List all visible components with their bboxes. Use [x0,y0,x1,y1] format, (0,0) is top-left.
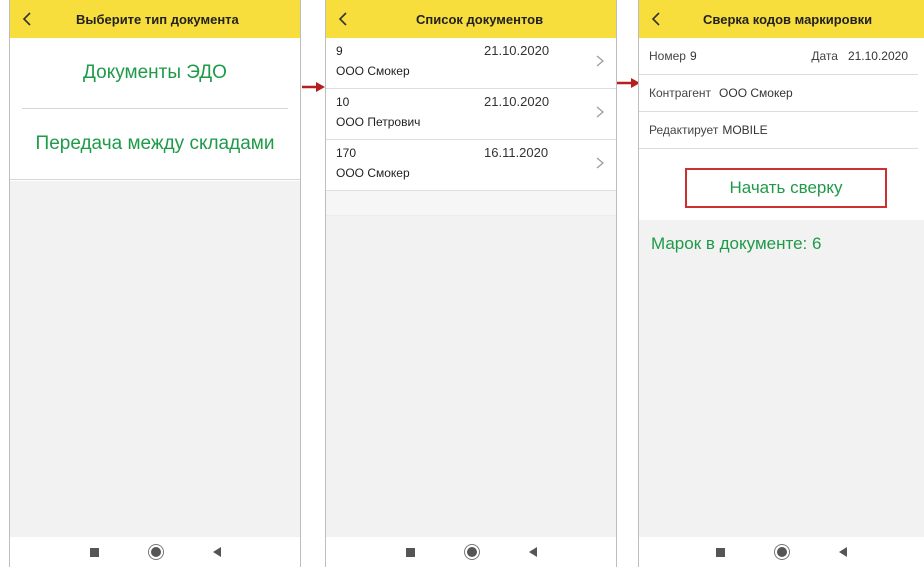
app-header: Сверка кодов маркировки [639,0,924,38]
document-counterparty: ООО Смокер [336,64,410,78]
content-area: Номер 9 Дата 21.10.2020 Контрагент ООО С… [639,38,924,537]
number-date-row: Номер 9 Дата 21.10.2020 [639,38,918,75]
android-nav-bar [326,537,616,567]
nav-home-icon[interactable] [777,547,787,557]
document-form: Номер 9 Дата 21.10.2020 Контрагент ООО С… [639,38,924,220]
back-chevron-icon [338,12,347,26]
android-nav-bar [10,537,300,567]
nav-back-icon[interactable] [528,547,537,557]
document-counterparty: ООО Петрович [336,115,421,129]
nav-square-icon[interactable] [405,547,415,557]
app-header: Список документов [326,0,616,38]
number-label: Номер [649,49,686,63]
counterparty-label: Контрагент [649,86,712,100]
row-chevron-icon [596,55,604,67]
content-area: 9 ООО Смокер 21.10.2020 10 ООО Петрович … [326,38,616,537]
date-value: 21.10.2020 [847,49,908,63]
document-number: 9 [336,44,343,58]
screen-mark-verification: Сверка кодов маркировки Номер 9 Дата 21.… [638,0,924,567]
date-label: Дата [811,49,838,63]
document-list: 9 ООО Смокер 21.10.2020 10 ООО Петрович … [326,38,616,191]
menu-item-edo[interactable]: Документы ЭДО [10,38,300,108]
page-title: Сверка кодов маркировки [703,11,873,27]
document-date: 21.10.2020 [484,43,550,58]
row-chevron-icon [596,106,604,118]
faded-background-row [326,191,616,216]
document-counterparty: ООО Смокер [336,166,410,180]
counterparty-row: Контрагент ООО Смокер [639,75,918,112]
back-button[interactable] [326,0,360,38]
nav-back-icon[interactable] [839,547,847,557]
app-header: Выберите тип документа [10,0,300,38]
nav-back-icon[interactable] [212,547,221,557]
screen-document-type: Выберите тип документа Документы ЭДО Пер… [9,0,301,567]
editor-label: Редактирует [649,123,719,137]
number-value: 9 [689,49,697,63]
page-title: Выберите тип документа [76,11,239,27]
android-nav-bar [639,537,924,567]
back-button[interactable] [10,0,44,38]
document-number: 10 [336,95,350,109]
document-date: 16.11.2020 [484,145,549,160]
back-chevron-icon [651,12,660,26]
page-title: Список документов [416,11,544,27]
nav-home-icon[interactable] [150,547,161,557]
counterparty-value: ООО Смокер [719,86,793,100]
document-type-menu: Документы ЭДО Передача между складами [10,38,300,181]
document-number: 170 [336,146,357,160]
transition-arrow-icon [302,82,325,92]
back-button[interactable] [639,0,673,38]
back-chevron-icon [22,12,31,26]
document-date: 21.10.2020 [484,94,550,109]
screen-document-list: Список документов 9 ООО Смокер 21.10.202… [325,0,617,567]
nav-square-icon[interactable] [89,547,99,557]
start-verification-button[interactable]: Начать сверку [685,168,887,208]
row-chevron-icon [596,157,604,169]
menu-item-warehouse-transfer[interactable]: Передача между складами [10,109,300,179]
editor-value: MOBILE [722,123,768,137]
list-item[interactable]: 170 ООО Смокер 16.11.2020 [326,140,616,191]
nav-square-icon[interactable] [716,547,725,557]
marks-count-text: Марок в документе: 6 [651,234,822,253]
list-item[interactable]: 9 ООО Смокер 21.10.2020 [326,38,616,89]
content-area: Документы ЭДО Передача между складами [10,38,300,537]
editor-row: Редактирует MOBILE [639,112,918,149]
nav-home-icon[interactable] [466,547,477,557]
divider [10,179,300,180]
list-item[interactable]: 10 ООО Петрович 21.10.2020 [326,89,616,140]
